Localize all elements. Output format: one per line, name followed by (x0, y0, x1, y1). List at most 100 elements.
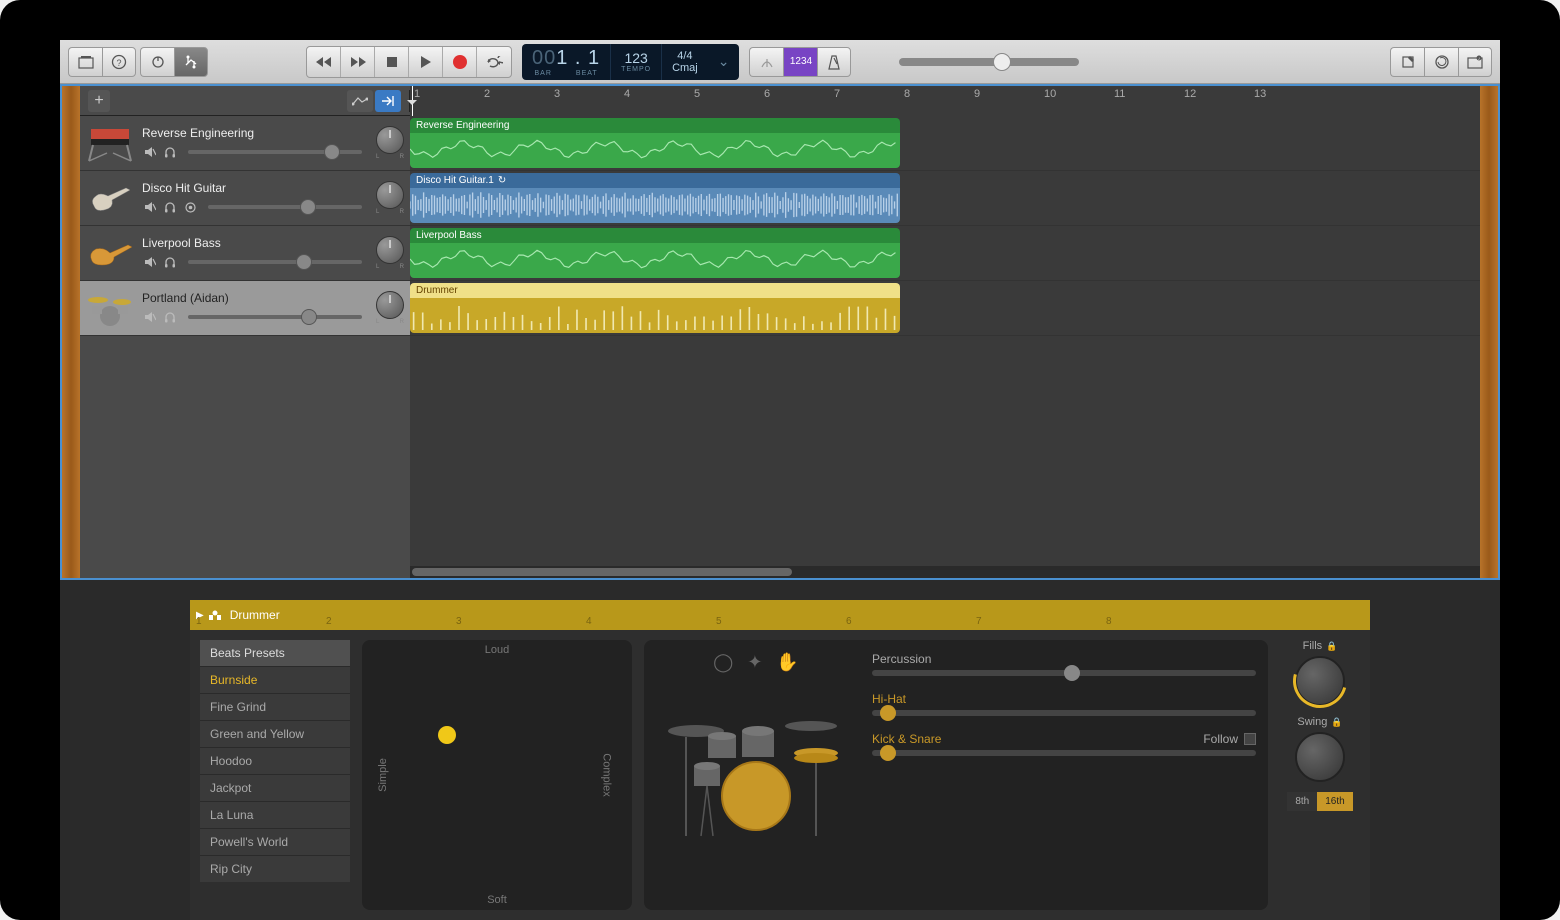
headphones-button[interactable] (162, 199, 178, 215)
region[interactable]: Liverpool Bass (410, 228, 900, 278)
master-volume-slider[interactable] (899, 58, 1079, 66)
hihat-thumb[interactable] (880, 705, 896, 721)
track-header[interactable]: Portland (Aidan) LR (80, 281, 410, 336)
preset-item[interactable]: Burnside (200, 666, 350, 693)
stop-button[interactable] (375, 47, 409, 77)
editor-ruler-number: 8 (1106, 616, 1112, 627)
track-volume-slider[interactable] (188, 315, 362, 319)
region-row[interactable]: Liverpool Bass (410, 226, 1480, 281)
play-button[interactable] (409, 47, 443, 77)
editors-button[interactable] (174, 47, 208, 77)
media-browser-button[interactable]: ♪ (1458, 47, 1492, 77)
track-volume-thumb[interactable] (300, 199, 316, 215)
region-row[interactable]: Reverse Engineering (410, 116, 1480, 171)
region[interactable]: Disco Hit Guitar.1↻ (410, 173, 900, 223)
horizontal-scrollbar[interactable] (410, 566, 1480, 578)
percussion-slider[interactable] (872, 670, 1256, 676)
handclap-icon[interactable]: ✋ (776, 652, 798, 673)
tuner-button[interactable] (749, 47, 783, 77)
master-volume-thumb[interactable] (993, 53, 1011, 71)
library-button[interactable] (68, 47, 102, 77)
cycle-button[interactable] (477, 47, 511, 77)
preset-item[interactable]: Powell's World (200, 828, 350, 855)
xy-label-soft: Soft (487, 894, 507, 906)
headphones-button[interactable] (162, 144, 178, 160)
rewind-button[interactable] (307, 47, 341, 77)
kicksnare-thumb[interactable] (880, 745, 896, 761)
mute-button[interactable] (142, 254, 158, 270)
add-track-button[interactable]: + (88, 90, 110, 112)
track-volume-slider[interactable] (208, 205, 362, 209)
swing-tab[interactable]: 8th (1287, 792, 1317, 811)
record-button[interactable] (443, 47, 477, 77)
automation-button[interactable] (347, 90, 373, 112)
key-value[interactable]: Cmaj (672, 62, 698, 74)
input-monitor-button[interactable] (182, 199, 198, 215)
notepad-button[interactable] (1390, 47, 1424, 77)
scrollbar-thumb[interactable] (412, 568, 792, 576)
mute-button[interactable] (142, 144, 158, 160)
xy-label-loud: Loud (485, 644, 509, 656)
xy-pad[interactable]: Loud Soft Simple Complex (362, 640, 632, 910)
headphones-button[interactable] (162, 309, 178, 325)
track-volume-thumb[interactable] (296, 254, 312, 270)
mute-button[interactable] (142, 199, 158, 215)
pan-knob[interactable] (376, 291, 404, 319)
count-in-button[interactable]: 1234 (783, 47, 817, 77)
track-name: Disco Hit Guitar (142, 181, 368, 195)
quick-help-button[interactable]: ? (102, 47, 136, 77)
track-header[interactable]: Liverpool Bass LR (80, 226, 410, 281)
ruler-bar-number: 12 (1184, 88, 1196, 100)
percussion-thumb[interactable] (1064, 665, 1080, 681)
region-label: Drummer (416, 285, 458, 296)
swing-knob[interactable] (1295, 732, 1345, 782)
editor-ruler[interactable]: ▶ Drummer 12345678 (190, 600, 1370, 630)
track-header[interactable]: Disco Hit Guitar LR (80, 171, 410, 226)
metronome-button[interactable] (817, 47, 851, 77)
preset-item[interactable]: Rip City (200, 855, 350, 882)
lock-icon[interactable]: 🔒 (1326, 641, 1337, 652)
editor-ruler-number: 4 (586, 616, 592, 627)
preset-item[interactable]: Fine Grind (200, 693, 350, 720)
preset-item[interactable]: Green and Yellow (200, 720, 350, 747)
drum-kit-visual[interactable]: ◯ ✦ ✋ (656, 652, 856, 898)
pan-knob[interactable] (376, 236, 404, 264)
shaker-icon[interactable]: ✦ (747, 652, 762, 673)
region-row[interactable]: Disco Hit Guitar.1↻ (410, 171, 1480, 226)
pan-knob[interactable] (376, 126, 404, 154)
follow-checkbox[interactable] (1244, 733, 1256, 745)
kicksnare-slider[interactable] (872, 750, 1256, 756)
forward-button[interactable] (341, 47, 375, 77)
track-header[interactable]: Reverse Engineering LR (80, 116, 410, 171)
lcd-dropdown-icon[interactable]: ⌄ (708, 44, 740, 80)
fills-knob[interactable] (1295, 656, 1345, 706)
xy-label-simple: Simple (377, 758, 389, 792)
timesig-value[interactable]: 4/4 (677, 50, 692, 62)
track-volume-slider[interactable] (188, 260, 362, 264)
catch-playhead-button[interactable] (375, 90, 401, 112)
region[interactable]: Drummer (410, 283, 900, 333)
region[interactable]: Reverse Engineering (410, 118, 900, 168)
track-volume-thumb[interactable] (324, 144, 340, 160)
bass-guitar-icon (86, 231, 134, 275)
loop-browser-button[interactable] (1424, 47, 1458, 77)
preset-item[interactable]: Hoodoo (200, 747, 350, 774)
pan-knob[interactable] (376, 181, 404, 209)
xy-puck[interactable] (438, 726, 456, 744)
mute-button[interactable] (142, 309, 158, 325)
track-volume-thumb[interactable] (301, 309, 317, 325)
smart-controls-button[interactable] (140, 47, 174, 77)
regions-area[interactable]: Reverse Engineering Disco Hit Guitar.1↻ … (410, 116, 1480, 578)
lock-icon[interactable]: 🔒 (1331, 717, 1342, 728)
tempo-value[interactable]: 123 (624, 50, 647, 66)
swing-tab[interactable]: 16th (1317, 792, 1352, 811)
preset-item[interactable]: Jackpot (200, 774, 350, 801)
timeline-ruler[interactable]: 12345678910111213 (410, 86, 1480, 116)
preset-item[interactable]: La Luna (200, 801, 350, 828)
headphones-button[interactable] (162, 254, 178, 270)
hihat-slider[interactable] (872, 710, 1256, 716)
ruler-bar-number: 1 (414, 88, 420, 100)
track-volume-slider[interactable] (188, 150, 362, 154)
region-row[interactable]: Drummer (410, 281, 1480, 336)
tambourine-icon[interactable]: ◯ (713, 652, 733, 673)
